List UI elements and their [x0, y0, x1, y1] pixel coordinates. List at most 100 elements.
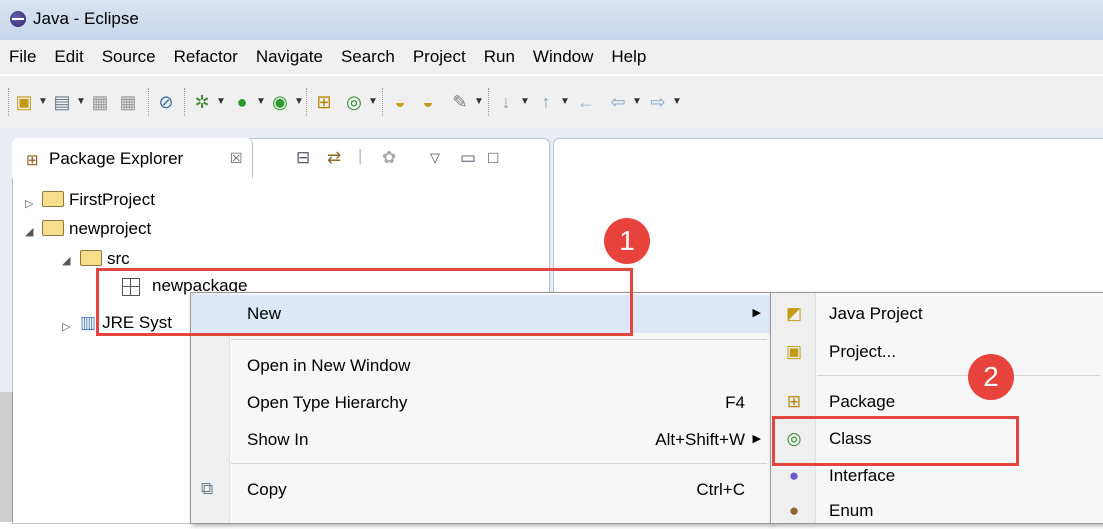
java-project-icon: ◩ — [785, 304, 803, 323]
background-window-edge — [0, 392, 13, 522]
menu-item-show-in[interactable]: Show In Alt+Shift+W ▶ — [191, 421, 771, 459]
menu-edit[interactable]: Edit — [45, 47, 92, 67]
menu-item-shortcut: Ctrl+C — [696, 480, 745, 499]
menu-item-label: Enum — [829, 501, 874, 520]
menu-source[interactable]: Source — [93, 47, 165, 67]
toolbar-separator — [148, 88, 150, 116]
menu-item-label: Java Project — [829, 304, 923, 323]
back-icon[interactable]: ⇦ — [608, 92, 628, 112]
close-icon[interactable]: ☒ — [230, 150, 243, 167]
run-dropdown-icon[interactable]: ▼ — [256, 96, 266, 107]
new-class-dropdown-icon[interactable]: ▼ — [368, 96, 378, 107]
save-icon[interactable]: ▦ — [90, 92, 110, 112]
menu-item-label: Copy — [247, 480, 287, 499]
tree-item-label: src — [107, 249, 130, 268]
previous-annotation-icon[interactable]: ↑ — [536, 92, 556, 112]
eclipse-logo-icon — [10, 11, 26, 27]
toolbar-separator — [184, 88, 186, 116]
last-edit-icon[interactable]: ← — [576, 92, 596, 112]
project-folder-icon — [42, 219, 64, 236]
toolbar-separator — [8, 88, 10, 116]
debug-dropdown-icon[interactable]: ▼ — [216, 96, 226, 107]
menu-separator — [231, 339, 767, 340]
menu-separator — [231, 463, 767, 464]
menu-run[interactable]: Run — [475, 47, 524, 67]
tree-item-src[interactable]: src — [80, 249, 130, 269]
expand-icon[interactable]: ▷ — [25, 197, 33, 210]
menu-item-shortcut: Alt+Shift+W — [655, 430, 745, 449]
separator-line: | — [358, 146, 363, 165]
next-annotation-icon[interactable]: ↓ — [496, 92, 516, 112]
minimize-icon[interactable]: ▭ — [460, 148, 476, 168]
annotation-step-2: 2 — [968, 354, 1014, 400]
forward-dropdown-icon[interactable]: ▼ — [672, 96, 682, 107]
new-wizard-icon[interactable]: ▤ — [52, 92, 72, 112]
tree-item-firstproject[interactable]: FirstProject — [42, 190, 155, 210]
new-submenu: ◩ Java Project ▣ Project... ⊞ Package ◎ … — [770, 292, 1103, 524]
library-icon: ▥ — [80, 313, 97, 332]
maximize-icon[interactable]: □ — [488, 148, 498, 168]
menu-item-label: Open Type Hierarchy — [247, 393, 408, 412]
menu-item-copy[interactable]: ⧉ Copy Ctrl+C — [191, 471, 771, 509]
collapse-all-icon[interactable]: ⊟ — [296, 148, 310, 168]
external-tools-dropdown-icon[interactable]: ▼ — [294, 96, 304, 107]
tree-item-label: newproject — [69, 219, 152, 238]
menu-item-open-in-new-window[interactable]: Open in New Window — [191, 347, 771, 385]
package-explorer-icon: ⊞ — [26, 152, 39, 169]
submenu-item-enum[interactable]: ● Enum — [771, 492, 1103, 529]
menu-item-label: Interface — [829, 466, 896, 485]
collapse-icon[interactable]: ◢ — [25, 225, 33, 238]
view-menu-icon[interactable]: ▽ — [430, 150, 440, 166]
submenu-item-java-project[interactable]: ◩ Java Project — [771, 295, 1103, 332]
menu-navigate[interactable]: Navigate — [247, 47, 332, 67]
open-folder-icon[interactable]: ◒ — [418, 92, 438, 112]
project-icon: ▣ — [785, 342, 803, 361]
search-tool-icon[interactable]: ✎ — [450, 92, 470, 112]
open-type-icon[interactable]: ◒ — [390, 92, 410, 112]
external-tools-icon[interactable]: ◉ — [270, 92, 290, 112]
menu-project[interactable]: Project — [404, 47, 475, 67]
expand-icon[interactable]: ▷ — [62, 320, 70, 333]
window-title: Java - Eclipse — [33, 9, 139, 28]
forward-icon[interactable]: ⇨ — [648, 92, 668, 112]
menu-item-label: Project... — [829, 342, 897, 361]
toolbar-separator — [382, 88, 384, 116]
submenu-item-package[interactable]: ⊞ Package — [771, 383, 1103, 420]
submenu-item-project[interactable]: ▣ Project... — [771, 333, 1103, 370]
menu-refactor[interactable]: Refactor — [165, 47, 247, 67]
toolbar-separator — [306, 88, 308, 116]
run-icon[interactable]: ● — [232, 92, 252, 112]
collapse-icon[interactable]: ◢ — [62, 254, 70, 267]
title-bar: Java - Eclipse — [0, 0, 1103, 40]
new-icon[interactable]: ▣ — [14, 92, 34, 112]
menu-item-shortcut: F4 — [725, 393, 745, 412]
previous-annotation-dropdown-icon[interactable]: ▼ — [560, 96, 570, 107]
focus-on-task-icon[interactable]: ✿ — [382, 148, 396, 168]
next-annotation-dropdown-icon[interactable]: ▼ — [520, 96, 530, 107]
package-explorer-label: Package Explorer — [49, 149, 184, 168]
tree-item-newproject[interactable]: newproject — [42, 219, 151, 239]
package-icon: ⊞ — [786, 392, 802, 411]
menu-window[interactable]: Window — [524, 47, 602, 67]
interface-icon: ● — [788, 466, 800, 485]
link-with-editor-icon[interactable]: ⇄ — [327, 148, 341, 168]
menu-item-open-type-hierarchy[interactable]: Open Type Hierarchy F4 — [191, 384, 771, 422]
skip-breakpoints-icon[interactable]: ⊘ — [156, 92, 176, 112]
new-wizard-dropdown-icon[interactable]: ▼ — [76, 96, 86, 107]
back-dropdown-icon[interactable]: ▼ — [632, 96, 642, 107]
annotation-step-1: 1 — [604, 218, 650, 264]
save-all-icon[interactable]: ▦ — [118, 92, 138, 112]
new-dropdown-icon[interactable]: ▼ — [38, 96, 48, 107]
menu-separator — [817, 375, 1100, 376]
new-package-icon[interactable]: ⊞ — [314, 92, 334, 112]
new-class-icon[interactable]: ◎ — [344, 92, 364, 112]
menu-file[interactable]: File — [0, 47, 45, 67]
annotation-highlight-class — [772, 416, 1019, 466]
search-tool-dropdown-icon[interactable]: ▼ — [474, 96, 484, 107]
debug-icon[interactable]: ✲ — [192, 92, 212, 112]
main-toolbar: ▣ ▼ ▤ ▼ ▦ ▦ ⊘ ✲ ▼ ● ▼ ◉ ▼ ⊞ ◎ ▼ ◒ ◒ ✎ ▼ … — [0, 76, 1103, 129]
menu-help[interactable]: Help — [602, 47, 655, 67]
menu-search[interactable]: Search — [332, 47, 404, 67]
tab-package-explorer[interactable]: ⊞ Package Explorer ☒ — [12, 138, 253, 178]
menu-bar: File Edit Source Refactor Navigate Searc… — [0, 40, 1103, 74]
